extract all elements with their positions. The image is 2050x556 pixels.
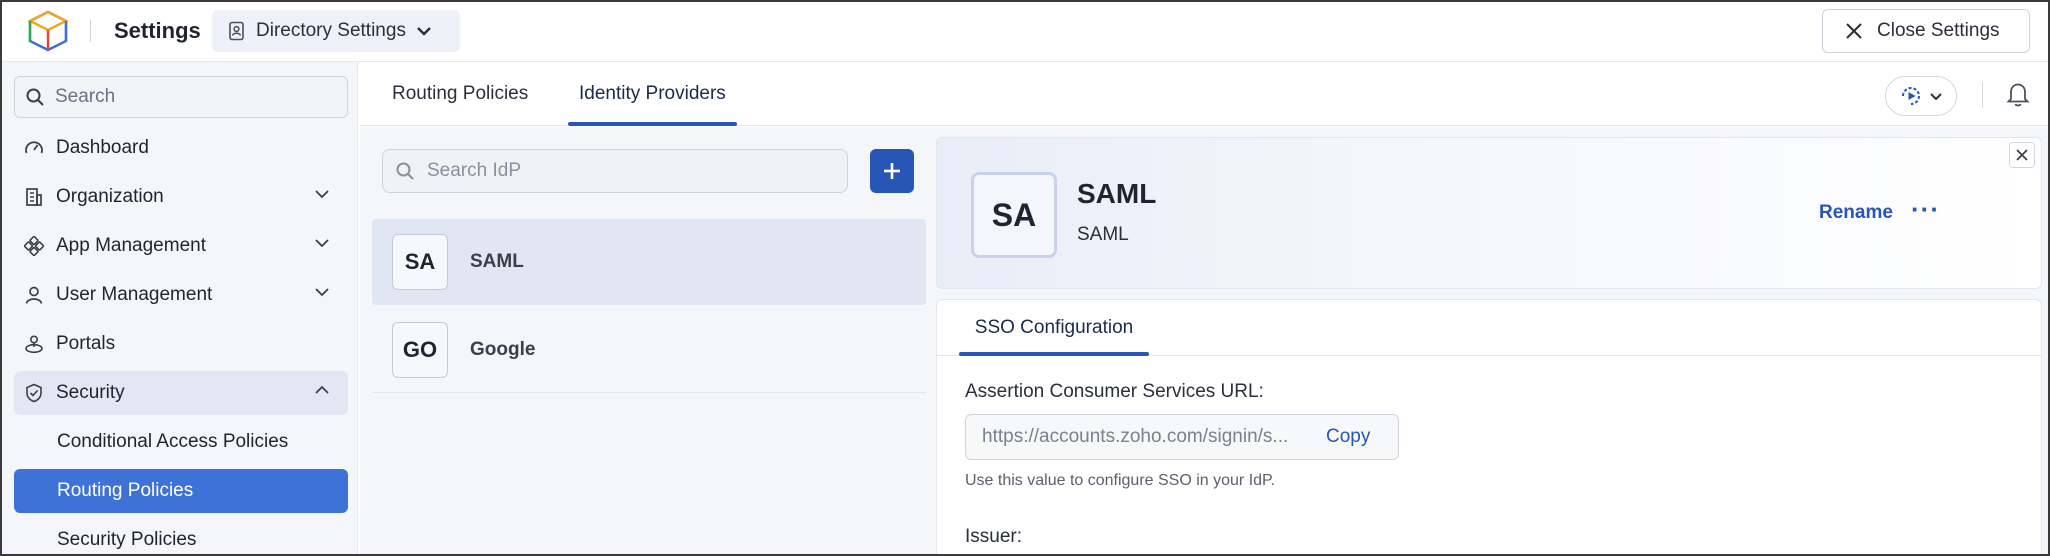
shield-icon — [26, 383, 42, 403]
acs-url-hint: Use this value to configure SSO in your … — [965, 472, 1276, 489]
sidebar-subitem-routing-policies[interactable]: Routing Policies — [14, 469, 348, 513]
acs-url-label: Assertion Consumer Services URL: — [965, 381, 1264, 402]
sidebar-item-dashboard[interactable]: Dashboard — [14, 126, 348, 170]
sidebar: Dashboard Organization App Managem — [2, 62, 358, 554]
sidebar-item-app-management[interactable]: App Management — [14, 224, 348, 268]
building-icon — [26, 188, 42, 206]
idp-avatar: SA — [392, 234, 448, 290]
add-idp-button[interactable] — [870, 149, 914, 193]
rename-link[interactable]: Rename — [1819, 202, 1893, 224]
active-tab-indicator — [959, 352, 1149, 356]
sidebar-item-security[interactable]: Security — [14, 371, 348, 415]
sidebar-search[interactable] — [14, 76, 348, 118]
tab-label: Routing Policies — [392, 83, 529, 104]
sidebar-search-input[interactable] — [55, 86, 335, 108]
idp-name: Google — [470, 338, 536, 360]
sidebar-item-label: Security — [56, 382, 125, 403]
close-detail-button[interactable] — [2009, 142, 2035, 168]
idp-detail-header: SA SAML SAML Rename ··· — [936, 137, 2042, 289]
bell-icon[interactable] — [2005, 80, 2031, 108]
tab-label: SSO Configuration — [974, 317, 1134, 338]
tab-routing-policies[interactable]: Routing Policies — [392, 62, 528, 126]
portal-icon — [25, 335, 43, 354]
search-icon — [26, 88, 44, 106]
directory-icon — [229, 21, 244, 41]
idp-detail-body: SSO Configuration Assertion Consumer Ser… — [936, 299, 2042, 554]
main-tabs-bar: Routing Policies Identity Providers — [360, 62, 2048, 126]
sidebar-item-label: Dashboard — [56, 137, 149, 158]
close-icon — [2016, 149, 2028, 161]
chevron-down-icon — [315, 190, 329, 199]
directory-settings-dropdown[interactable]: Directory Settings — [212, 10, 460, 52]
sidebar-item-label: App Management — [56, 235, 206, 256]
acs-url-value: https://accounts.zoho.com/signin/s... — [982, 426, 1289, 447]
sidebar-subitem-conditional-access[interactable]: Conditional Access Policies — [14, 420, 348, 464]
issuer-label: Issuer: — [965, 526, 1023, 547]
top-header: Settings Directory Settings Close Settin… — [2, 2, 2048, 62]
chevron-down-icon — [315, 288, 329, 297]
acs-url-field: https://accounts.zoho.com/signin/s... Co… — [965, 414, 1399, 460]
sidebar-item-portals[interactable]: Portals — [14, 322, 348, 366]
search-icon — [396, 162, 414, 180]
tab-sso-configuration[interactable]: SSO Configuration — [959, 300, 1149, 356]
sidebar-item-user-management[interactable]: User Management — [14, 273, 348, 317]
idp-detail-avatar: SA — [971, 172, 1057, 258]
idp-name: SAML — [470, 251, 524, 272]
detail-tabs-bar: SSO Configuration — [937, 300, 2041, 356]
app-logo-icon — [27, 10, 69, 52]
idp-detail-title: SAML — [1077, 178, 1157, 209]
tab-label: Identity Providers — [579, 83, 726, 104]
apps-icon — [24, 236, 44, 256]
close-settings-label: Close Settings — [1877, 20, 2000, 41]
close-icon — [1846, 23, 1862, 39]
sidebar-item-label: Portals — [56, 333, 116, 354]
chevron-up-icon — [315, 385, 329, 394]
sidebar-subitem-security-policies[interactable]: Security Policies — [14, 518, 348, 554]
sidebar-subitem-label: Conditional Access Policies — [57, 431, 289, 452]
active-tab-indicator — [568, 122, 737, 126]
more-options-button[interactable]: ··· — [1911, 194, 1940, 225]
idp-avatar: GO — [392, 321, 448, 378]
sidebar-item-label: Organization — [56, 186, 164, 207]
idp-list-panel: SA SAML GO Google — [360, 127, 926, 554]
idp-search[interactable] — [382, 149, 848, 193]
settings-window: Settings Directory Settings Close Settin… — [0, 0, 2050, 556]
sidebar-subitem-label: Routing Policies — [57, 480, 194, 501]
play-circle-icon — [1902, 87, 1920, 105]
content-area: SA SAML GO Google SA SAML SAML Rename — [360, 127, 2048, 554]
user-icon — [25, 286, 43, 304]
sidebar-subitem-label: Security Policies — [57, 529, 197, 550]
sidebar-item-organization[interactable]: Organization — [14, 175, 348, 219]
idp-detail-panel: SA SAML SAML Rename ··· SSO Configuratio… — [936, 137, 2048, 554]
sidebar-item-label: User Management — [56, 284, 213, 305]
toolbar-divider — [1982, 82, 1983, 108]
idp-detail-subtitle: SAML — [1077, 224, 1129, 245]
chevron-down-icon — [417, 27, 431, 36]
idp-list-item-saml[interactable]: SA SAML — [372, 219, 926, 305]
walkthrough-dropdown-button[interactable] — [1885, 76, 1957, 116]
chevron-down-icon — [315, 239, 329, 248]
chevron-down-icon — [1930, 92, 1942, 100]
copy-acs-url-button[interactable]: Copy — [1316, 426, 1370, 448]
app-title: Settings — [114, 18, 201, 43]
close-settings-button[interactable]: Close Settings — [1822, 9, 2030, 53]
gauge-icon — [25, 141, 43, 154]
tab-identity-providers[interactable]: Identity Providers — [568, 62, 737, 126]
directory-settings-label: Directory Settings — [256, 20, 406, 41]
idp-search-input[interactable] — [427, 160, 827, 182]
plus-icon — [884, 163, 900, 179]
idp-list-item-google[interactable]: GO Google — [372, 307, 926, 393]
header-divider — [90, 20, 91, 42]
